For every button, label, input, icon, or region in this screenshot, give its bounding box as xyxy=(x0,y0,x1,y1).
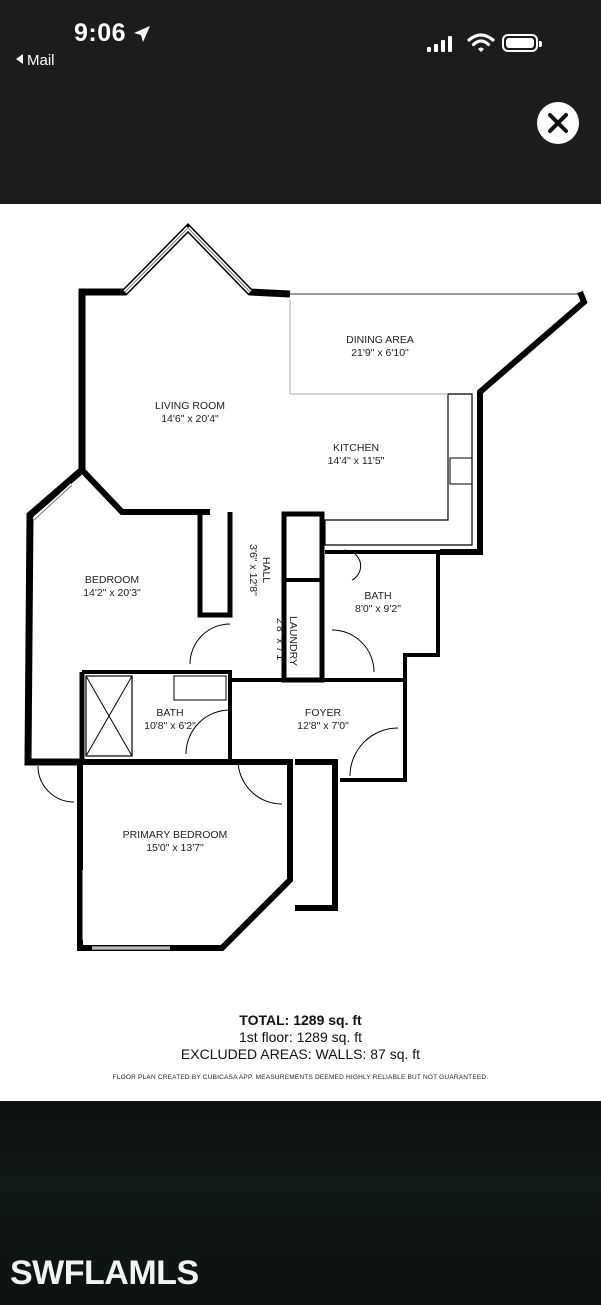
watermark: SWFLAMLS xyxy=(10,1254,199,1292)
floor-area-line: 1st floor: 1289 sq. ft xyxy=(239,1029,362,1045)
battery-icon xyxy=(502,34,542,52)
back-to-mail-link[interactable]: Mail xyxy=(16,52,55,69)
back-label: Mail xyxy=(27,52,55,69)
total-value: 1289 sq. ft xyxy=(293,1012,362,1028)
room-label-foyer: FOYER 12'8" x 7'0" xyxy=(297,707,349,732)
floor-plan-drawing xyxy=(24,222,588,951)
total-label: TOTAL: xyxy=(239,1012,290,1028)
status-bar: 9:06 Mail xyxy=(0,0,601,80)
close-button[interactable] xyxy=(537,102,579,144)
viewer-top-bar xyxy=(0,80,601,204)
cellular-signal-icon xyxy=(427,36,452,52)
room-label-living-room: LIVING ROOM 14'6" x 20'4" xyxy=(154,400,225,425)
room-label-laundry: LAUNDRY 2'8" x 7'1" xyxy=(274,616,299,666)
room-label-bath-right: BATH 8'0" x 9'2" xyxy=(355,590,401,615)
clock: 9:06 xyxy=(74,19,127,47)
disclaimer: FLOOR PLAN CREATED BY CUBICASA APP. MEAS… xyxy=(112,1074,489,1081)
wifi-icon xyxy=(467,33,495,52)
room-label-bedroom: BEDROOM 14'2" x 20'3" xyxy=(83,574,141,599)
room-label-hall: HALL 3'6" x 12'8" xyxy=(247,544,272,596)
floor-plan-image[interactable]: DINING AREA 21'9" x 6'10" LIVING ROOM 14'6… xyxy=(0,204,601,1101)
close-icon xyxy=(548,113,568,133)
location-arrow-icon xyxy=(134,26,150,42)
room-label-bath-left: BATH 10'8" x 6'2" xyxy=(144,707,196,732)
room-label-kitchen: KITCHEN 14'4" x 11'5" xyxy=(327,442,385,467)
back-arrow-icon xyxy=(16,54,23,64)
room-label-primary-bedroom: PRIMARY BEDROOM 15'0" x 13'7" xyxy=(122,829,228,854)
excluded-area-line: EXCLUDED AREAS: WALLS: 87 sq. ft xyxy=(180,1046,421,1062)
room-label-dining-area: DINING AREA 21'9" x 6'10" xyxy=(346,334,414,359)
area-totals: TOTAL: 1289 sq. ft 1st floor: 1289 sq. f… xyxy=(0,1012,601,1063)
